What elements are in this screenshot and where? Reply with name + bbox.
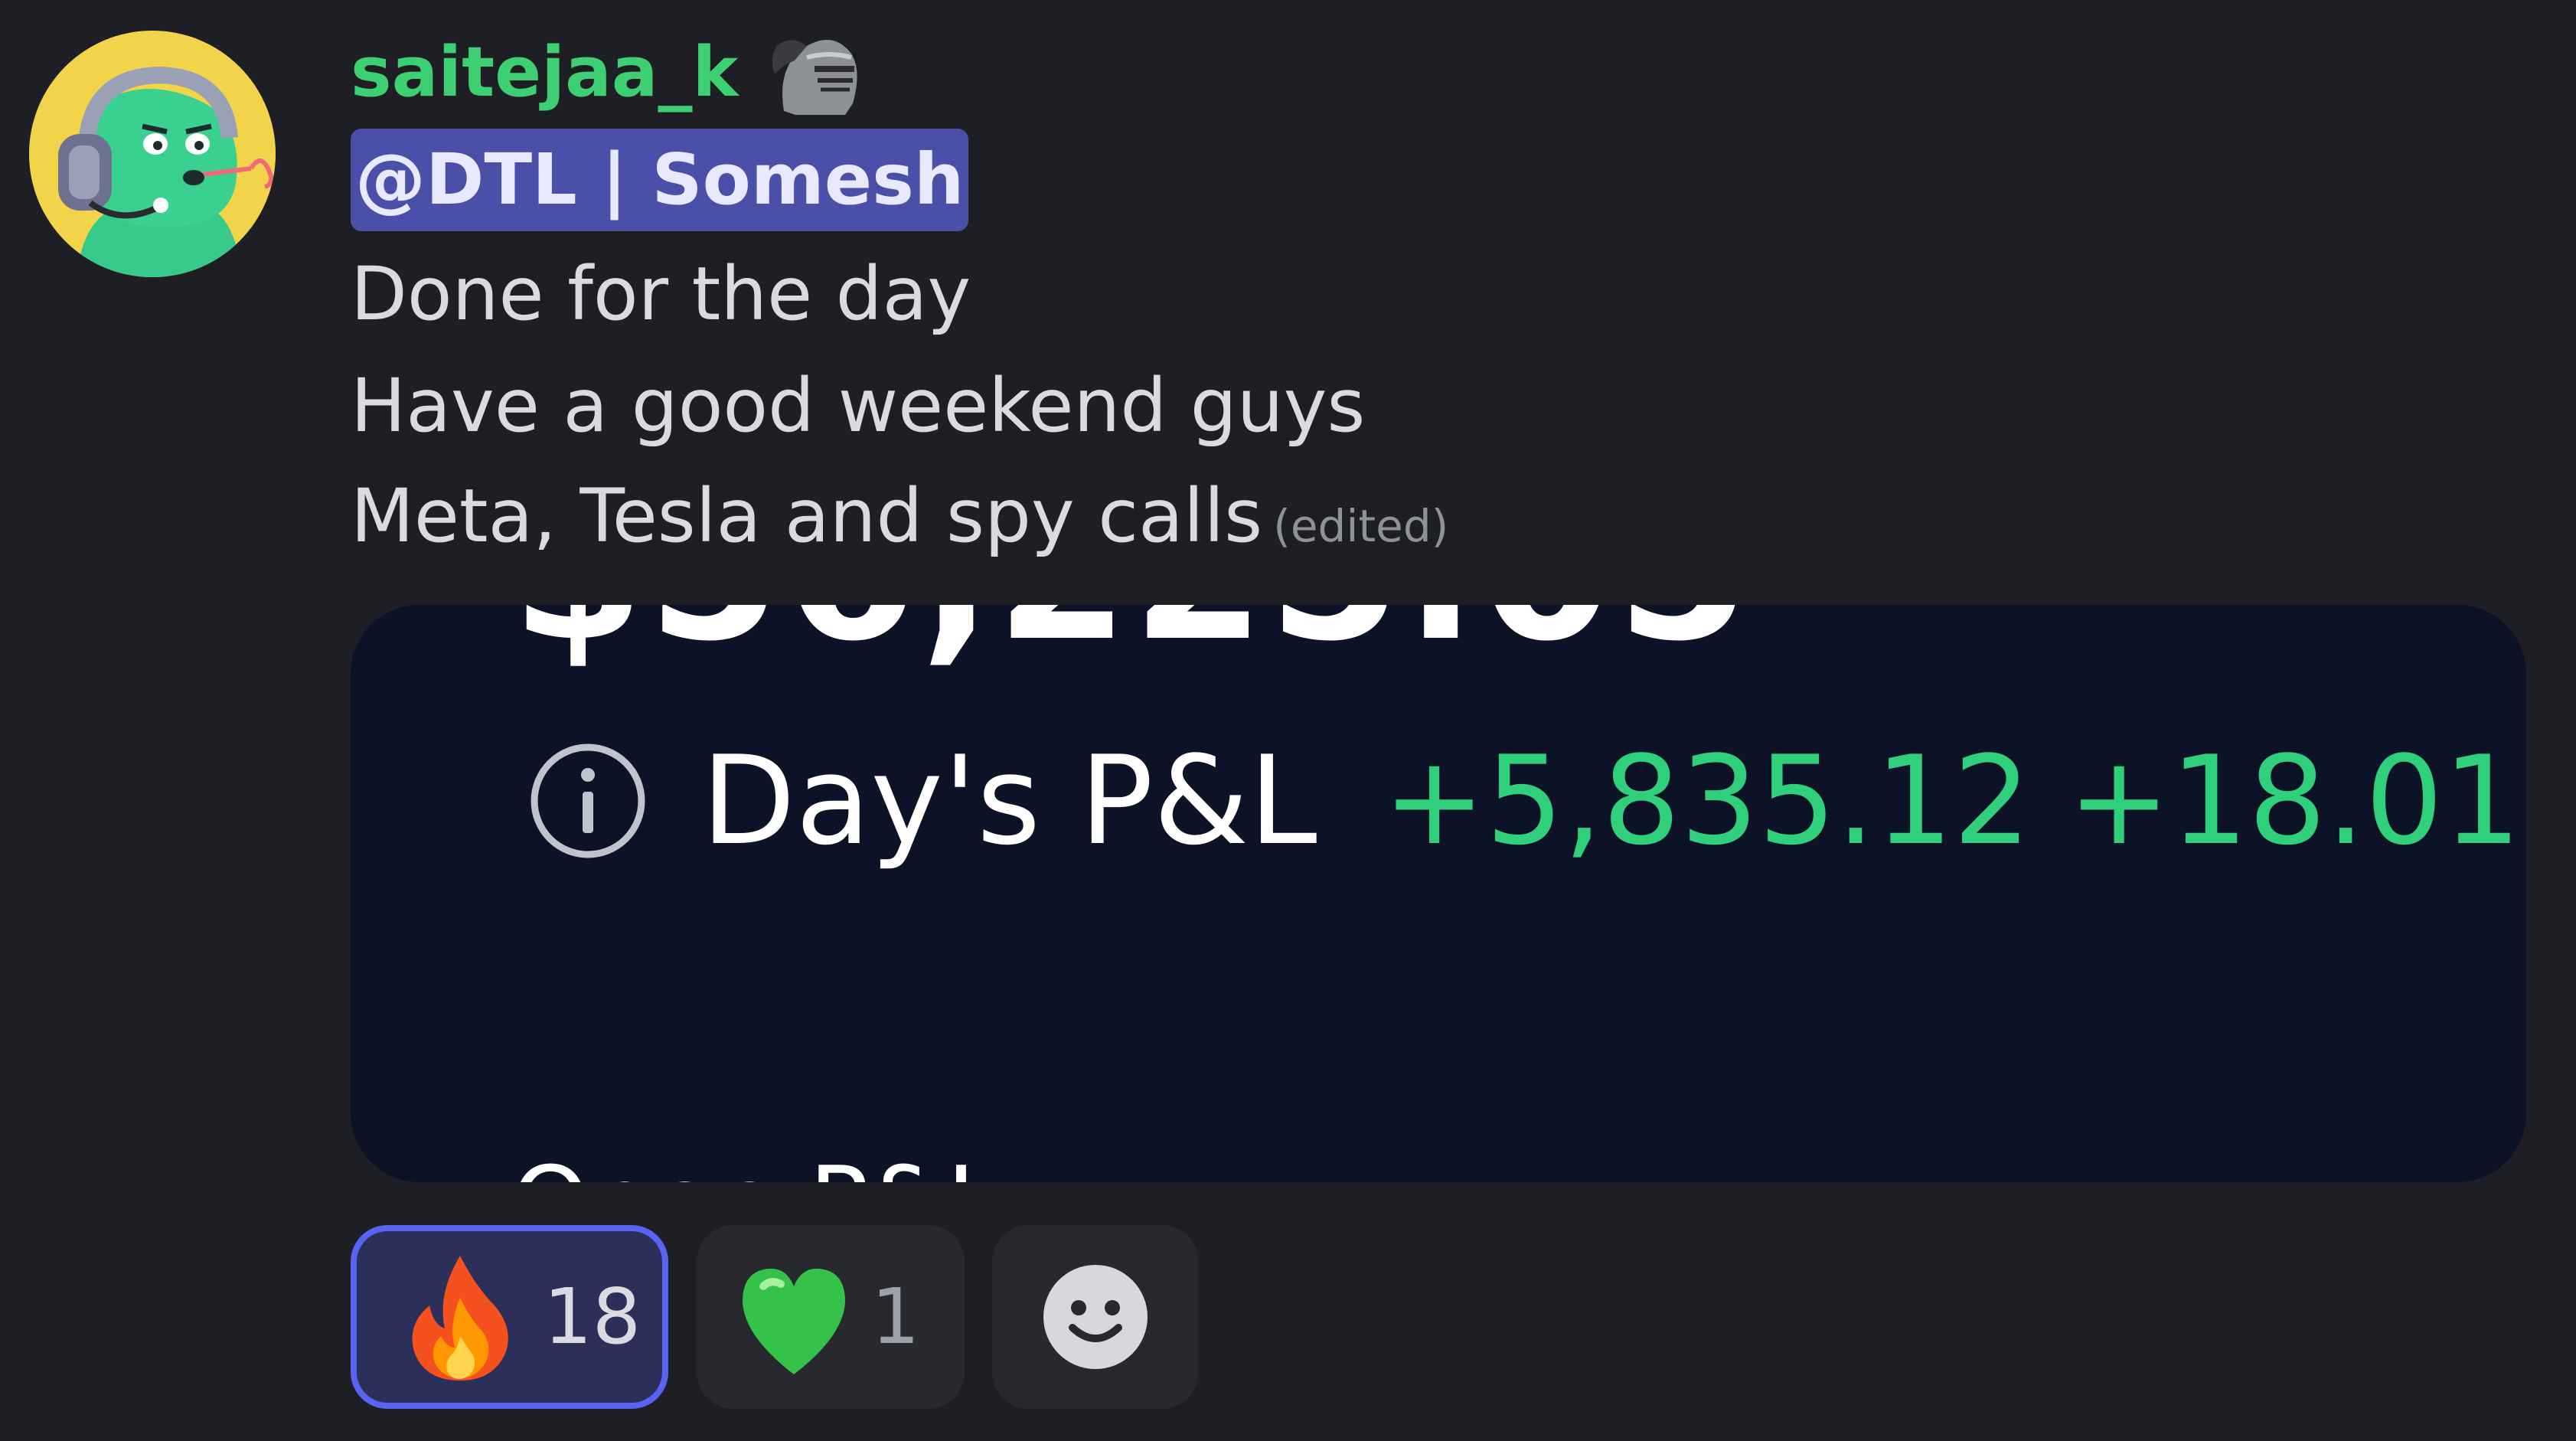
chat-message: saitejaa_k @DTL | Somesh Done for the da… <box>0 0 2576 1441</box>
info-circle-icon <box>531 743 645 858</box>
reaction-fire[interactable]: 18 <box>351 1225 668 1409</box>
days-pl-label: Day's P&L <box>701 729 1317 872</box>
fire-emoji-icon <box>412 1256 508 1381</box>
message-line-2: Have a good weekend guys <box>351 363 1366 449</box>
days-pl-row: Day's P&L +5,835.12 +18.01% <box>528 740 2526 862</box>
username[interactable]: saitejaa_k <box>351 38 738 107</box>
message-line-3-text: Meta, Tesla and spy calls <box>351 473 1263 559</box>
reaction-green-heart[interactable]: 1 <box>697 1225 965 1409</box>
user-mention[interactable]: @DTL | Somesh <box>351 129 969 231</box>
reaction-count: 1 <box>871 1272 920 1361</box>
user-avatar[interactable] <box>29 31 276 277</box>
add-reaction-smiley-icon <box>1043 1265 1148 1369</box>
green-character-headset-avatar-icon <box>29 31 276 277</box>
add-reaction-button[interactable] <box>992 1225 1199 1409</box>
message-line-3: Meta, Tesla and spy calls (edited) <box>351 479 1448 553</box>
edited-label: (edited) <box>1273 500 1449 552</box>
portfolio-amount-cropped: $56,225.05 <box>511 605 1753 668</box>
days-pl-value: +5,835.12 <box>1383 729 2032 872</box>
embedded-image[interactable]: $56,225.05 Day's P&L +5,835.12 +18.01% O… <box>351 605 2526 1182</box>
message-line-1: Done for the day <box>351 251 971 337</box>
message-header: saitejaa_k <box>351 23 868 123</box>
reaction-count: 18 <box>544 1272 642 1361</box>
days-pl-percent: +18.01% <box>2068 729 2526 872</box>
green-heart-emoji-icon <box>743 1268 845 1374</box>
open-pl-cropped: Open P&L <box>511 1153 1002 1182</box>
knight-helmet-icon[interactable] <box>761 27 868 119</box>
